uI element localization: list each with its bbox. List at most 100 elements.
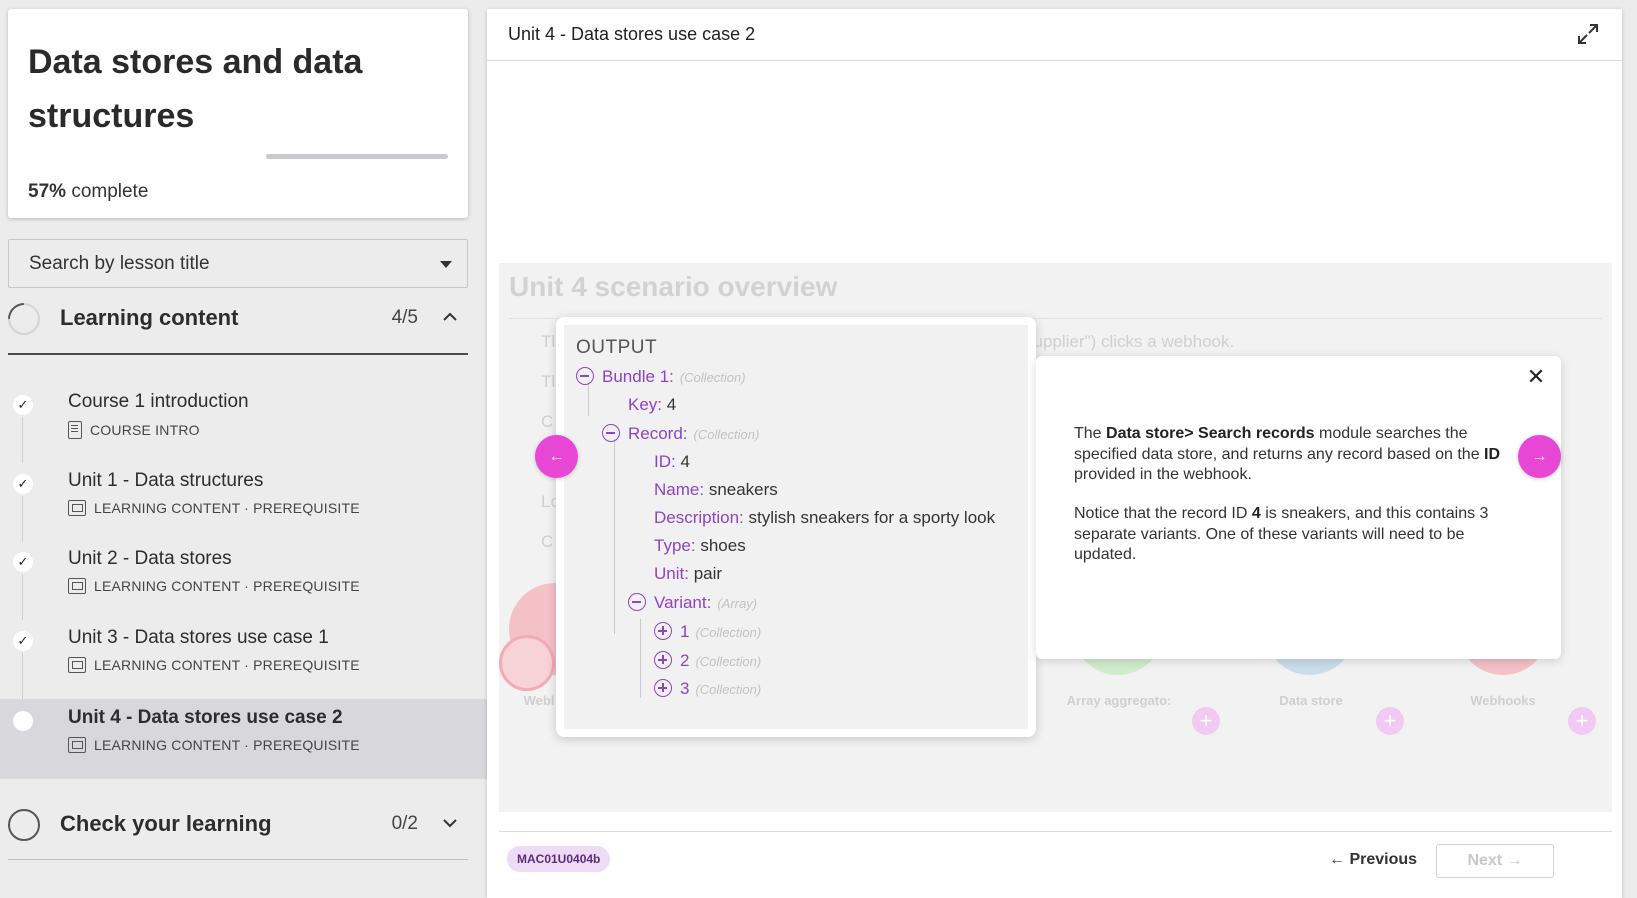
- section-title: Learning content: [60, 305, 239, 330]
- info-text: The: [1074, 425, 1107, 442]
- tree-key: Description:: [654, 508, 744, 527]
- lesson-meta-text: LEARNING CONTENT · PREREQUISITE: [94, 657, 360, 673]
- section-check-your-learning[interactable]: Check your learning 0/2: [8, 799, 468, 849]
- info-text: Notice that the record ID: [1074, 505, 1252, 522]
- tree-connector: [640, 619, 641, 698]
- tree-connector: [614, 439, 615, 634]
- lesson-meta: LEARNING CONTENT · PREREQUISITE: [68, 500, 360, 516]
- tree-node-record[interactable]: Record: (Collection): [602, 424, 759, 444]
- check-icon: ✓: [13, 474, 33, 494]
- slides-icon: [68, 737, 86, 753]
- tree-value: pair: [693, 564, 723, 583]
- lesson-item-course-1-introduction[interactable]: ✓ Course 1 introduction COURSE INTRO: [0, 383, 487, 463]
- tree-value: shoes: [700, 536, 746, 555]
- lesson-meta-text: LEARNING CONTENT · PREREQUISITE: [94, 500, 360, 516]
- previous-button[interactable]: ← Previous: [1329, 851, 1417, 869]
- collapse-icon: [602, 424, 620, 442]
- section-count: 4/5: [391, 307, 418, 328]
- lesson-item-unit-3[interactable]: ✓ Unit 3 - Data stores use case 1 LEARNI…: [0, 619, 487, 699]
- info-emphasis: 4: [1251, 505, 1261, 522]
- tree-type: (Collection): [695, 625, 762, 640]
- tree-node-variant[interactable]: Variant: (Array): [628, 593, 757, 613]
- lesson-meta-text: LEARNING CONTENT · PREREQUISITE: [94, 737, 360, 753]
- section-count: 0/2: [391, 813, 418, 834]
- info-paragraph-2: Notice that the record ID 4 is sneakers,…: [1074, 504, 1514, 566]
- tree-value: sneakers: [708, 480, 778, 499]
- slide-next-arrow-icon[interactable]: →: [1518, 435, 1561, 478]
- tree-node-variant-item[interactable]: 1 (Collection): [654, 622, 761, 642]
- lesson-meta: LEARNING CONTENT · PREREQUISITE: [68, 657, 360, 673]
- timeline-line: [22, 574, 23, 620]
- close-icon[interactable]: ✕: [1525, 366, 1547, 388]
- lesson-title: Unit 1 - Data structures: [68, 470, 264, 491]
- faded-text: "supplier") clicks a webhook.: [1019, 332, 1235, 351]
- course-sidebar: Data stores and data structures 57% comp…: [0, 0, 487, 898]
- tree-key: Name:: [654, 480, 705, 499]
- current-lesson-dot-icon: [13, 711, 33, 731]
- output-title: OUTPUT: [576, 337, 658, 358]
- tree-key: 2: [680, 651, 690, 670]
- lesson-meta: LEARNING CONTENT · PREREQUISITE: [68, 737, 360, 753]
- tree-node-field: Unit: pair: [654, 564, 722, 584]
- expand-plus-icon: [654, 622, 672, 640]
- info-emphasis: Data store> Search records: [1106, 425, 1315, 442]
- tree-connector: [588, 383, 589, 416]
- lesson-meta: COURSE INTRO: [68, 421, 200, 439]
- section-divider: [8, 859, 468, 860]
- tree-key: Unit:: [654, 564, 689, 583]
- lesson-title: Unit 2 - Data stores: [68, 548, 232, 569]
- lesson-title: Unit 3 - Data stores use case 1: [68, 627, 329, 648]
- tree-key: 3: [680, 679, 690, 698]
- lesson-header-title: Unit 4 - Data stores use case 2: [508, 24, 756, 44]
- lesson-title: Course 1 introduction: [68, 391, 249, 412]
- tree-type: (Collection): [693, 427, 760, 442]
- timeline-line: [22, 417, 23, 463]
- lesson-item-unit-4[interactable]: Unit 4 - Data stores use case 2 LEARNING…: [0, 699, 487, 779]
- next-button[interactable]: Next →: [1436, 844, 1554, 878]
- progress-ring-icon: [8, 809, 40, 841]
- tree-key: Key:: [628, 395, 663, 414]
- tree-node-variant-item[interactable]: 2 (Collection): [654, 651, 761, 671]
- progress-bar: [266, 154, 448, 159]
- flow-label: Webhooks: [1470, 693, 1536, 708]
- progress-bar-fill: [266, 154, 370, 159]
- faded-text: C: [541, 412, 554, 431]
- slides-icon: [68, 657, 86, 673]
- tree-type: (Collection): [695, 682, 762, 697]
- instant-trigger-icon: [499, 635, 555, 691]
- collapse-icon: [576, 367, 594, 385]
- expand-icon[interactable]: [1576, 22, 1600, 46]
- section-divider: [8, 353, 468, 355]
- tree-node-bundle[interactable]: Bundle 1: (Collection): [576, 367, 746, 387]
- lesson-item-unit-1[interactable]: ✓ Unit 1 - Data structures LEARNING CONT…: [0, 462, 487, 542]
- slide-prev-arrow-icon[interactable]: ←: [535, 435, 578, 478]
- faded-text: Tl: [541, 332, 556, 351]
- tree-node-variant-item[interactable]: 3 (Collection): [654, 679, 761, 699]
- flow-label: Array aggregato:: [1066, 693, 1172, 708]
- lesson-meta-text: LEARNING CONTENT · PREREQUISITE: [94, 578, 360, 594]
- lesson-item-unit-2[interactable]: ✓ Unit 2 - Data stores LEARNING CONTENT …: [0, 540, 487, 620]
- tree-value: 4: [680, 452, 690, 471]
- lesson-search-select[interactable]: Search by lesson title: [8, 239, 468, 288]
- slides-icon: [68, 500, 86, 516]
- tree-type: (Array): [717, 596, 758, 611]
- lesson-meta: LEARNING CONTENT · PREREQUISITE: [68, 578, 360, 594]
- lesson-code-badge: MAC01U0404b: [507, 846, 611, 872]
- course-card: Data stores and data structures 57% comp…: [8, 9, 468, 218]
- tree-key: Type:: [654, 536, 696, 555]
- document-icon: [68, 421, 82, 439]
- faded-text: C: [541, 532, 554, 551]
- lesson-meta-text: COURSE INTRO: [90, 422, 200, 438]
- progress-ring-icon: [1, 296, 47, 342]
- tree-key: Record:: [628, 424, 688, 443]
- tree-node-key: Key: 4: [628, 395, 676, 415]
- lesson-viewer: Unit 4 - Data stores use case 2 Unit 4 s…: [487, 9, 1622, 898]
- tree-key: 1: [680, 622, 690, 641]
- chevron-up-icon: [443, 312, 457, 321]
- lesson-title: Unit 4 - Data stores use case 2: [68, 707, 343, 728]
- section-learning-content[interactable]: Learning content 4/5: [1, 293, 468, 343]
- tree-key: ID:: [654, 452, 676, 471]
- check-icon: ✓: [13, 631, 33, 651]
- timeline-line: [22, 653, 23, 699]
- section-title: Check your learning: [60, 811, 272, 836]
